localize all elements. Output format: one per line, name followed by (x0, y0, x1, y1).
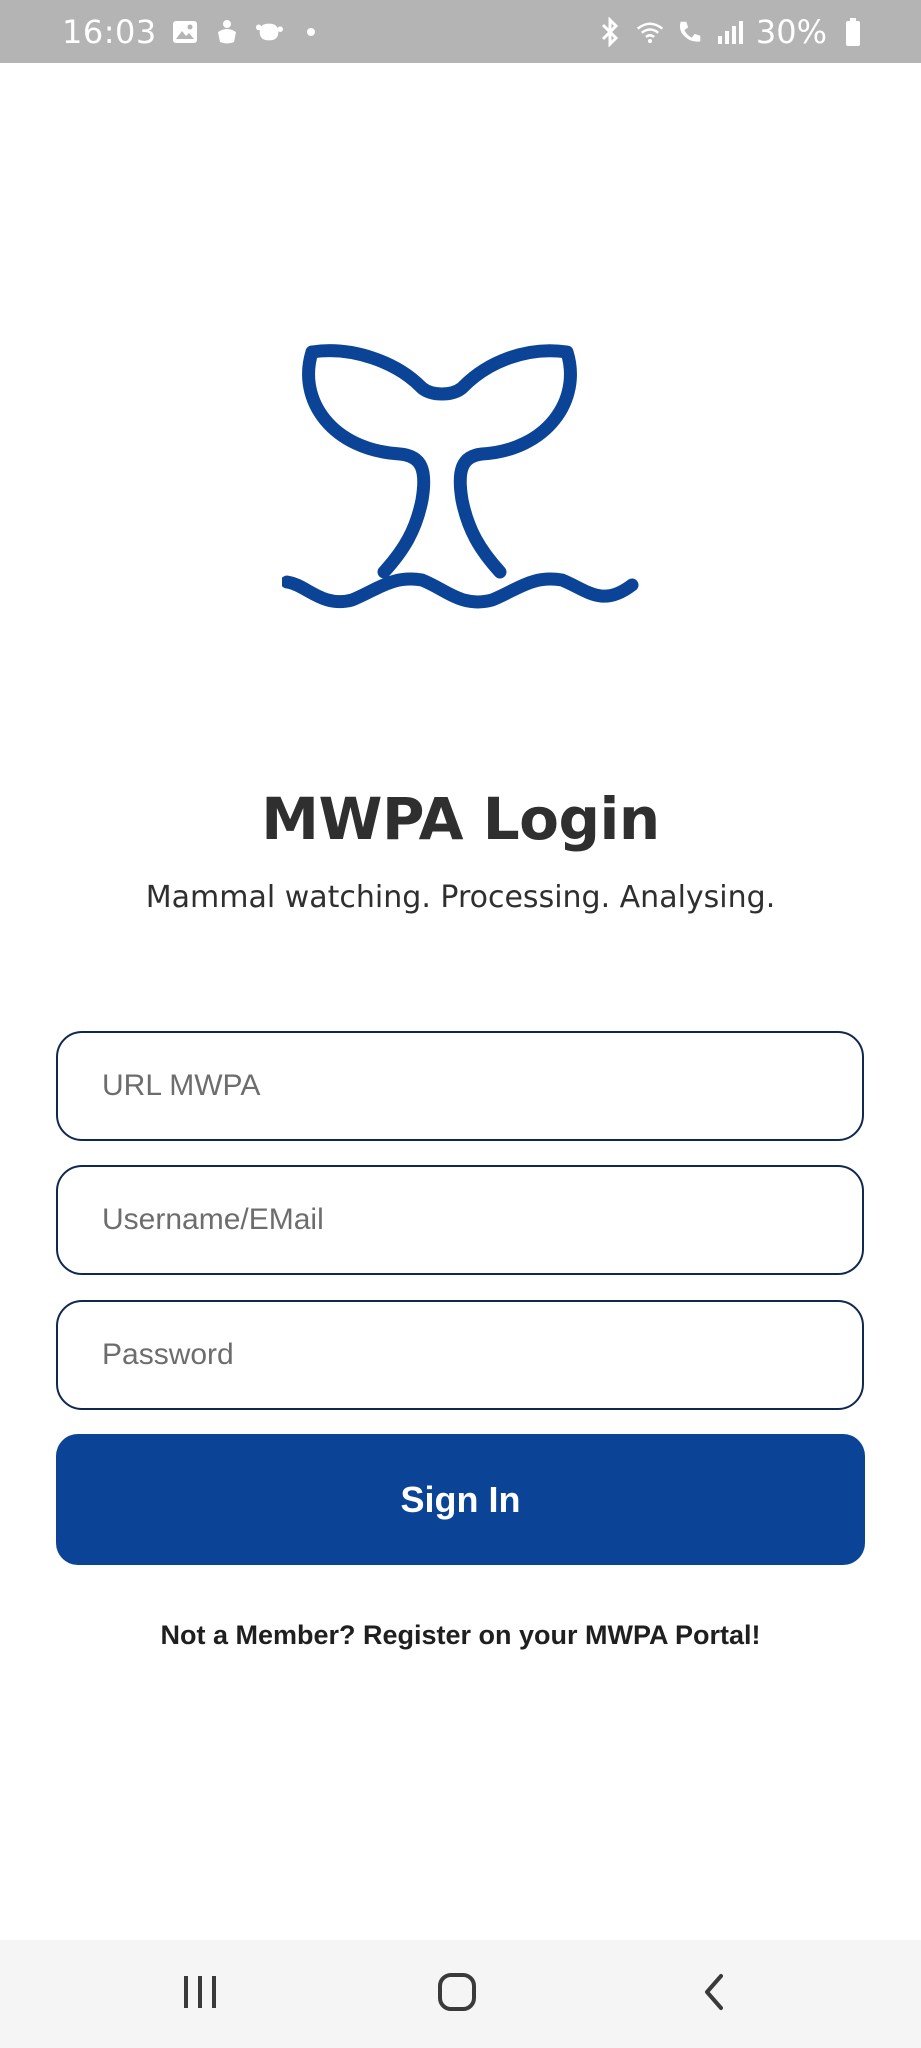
back-button[interactable] (654, 1940, 774, 2048)
battery-percentage: 30% (755, 12, 827, 51)
status-time: 16:03 (62, 12, 157, 51)
home-button[interactable] (397, 1940, 517, 2048)
home-icon (437, 1972, 477, 2017)
status-bar: 16:03 30% (0, 0, 921, 63)
bluetooth-icon (596, 16, 624, 47)
gallery-icon (171, 17, 199, 47)
page-title: MWPA Login (261, 785, 660, 853)
app-icon-2 (255, 17, 283, 47)
status-left: 16:03 (62, 0, 325, 63)
dot-icon (297, 17, 325, 47)
page-subtitle: Mammal watching. Processing. Analysing. (145, 880, 776, 915)
recent-apps-button[interactable] (140, 1940, 260, 2048)
battery-icon (839, 17, 867, 47)
password-input[interactable] (56, 1300, 864, 1410)
sign-in-button[interactable]: Sign In (56, 1434, 865, 1565)
status-right: 30% (596, 0, 867, 63)
username-input[interactable] (56, 1165, 864, 1275)
whale-tail-logo (280, 340, 640, 620)
sign-in-label: Sign In (400, 1478, 521, 1520)
call-icon (676, 17, 704, 47)
signal-icon (716, 17, 744, 47)
back-icon (699, 1972, 729, 2017)
recent-apps-icon (180, 1974, 220, 2015)
register-link[interactable]: Not a Member? Register on your MWPA Port… (0, 1620, 921, 1651)
wifi-icon (636, 17, 664, 47)
url-input[interactable] (56, 1031, 864, 1141)
app-icon (213, 17, 241, 47)
navigation-bar (0, 1940, 921, 2048)
